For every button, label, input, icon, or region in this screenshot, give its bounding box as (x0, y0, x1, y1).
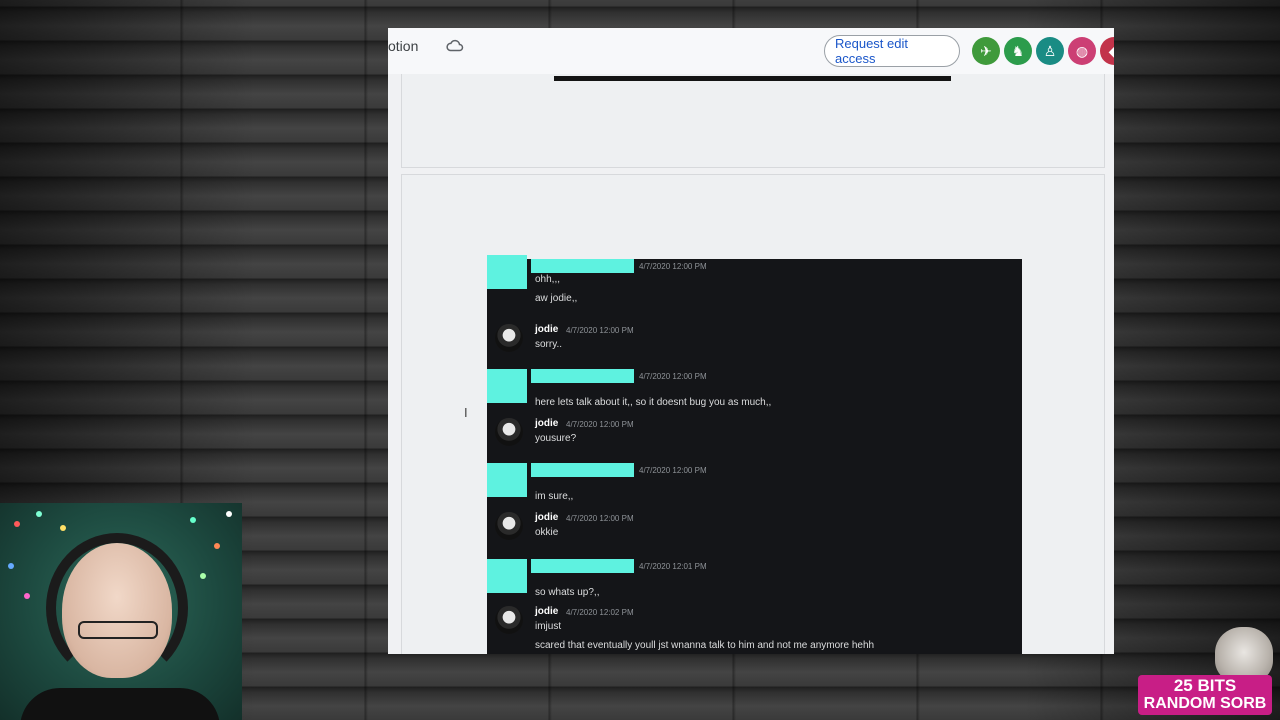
google-doc-window: otion Request edit access ✈♞♙◍◆ I 4/7/20… (388, 28, 1114, 654)
redacted-avatar (487, 559, 527, 593)
chat-message-text: okkie (535, 527, 559, 538)
jodie-avatar (495, 324, 523, 352)
chat-message-text: im sure,, (535, 491, 574, 502)
chat-timestamp: 4/7/2020 12:01 PM (639, 562, 707, 571)
chat-message-text: so whats up?,, (535, 587, 600, 598)
chat-username: jodie (535, 418, 559, 429)
shirt (20, 688, 220, 720)
chat-message-text: yousure? (535, 433, 577, 444)
animal-icon[interactable]: ◆ (1100, 37, 1114, 65)
chair-icon[interactable]: ♙ (1036, 37, 1064, 65)
discord-chat-screenshot: 4/7/2020 12:00 PM ohh,,, aw jodie,, jodie 4/… (487, 255, 1022, 654)
chat-timestamp: 4/7/2020 12:00 PM (639, 372, 707, 381)
jodie-avatar (495, 418, 523, 446)
chat-timestamp: 4/7/2020 12:00 PM (639, 262, 707, 271)
redacted-avatar (487, 463, 527, 497)
redacted-username (531, 259, 634, 273)
redacted-avatar (487, 255, 527, 289)
chat-message-text: scared that eventually youll jst wnanna … (535, 640, 875, 651)
chat-username: jodie (535, 324, 559, 335)
chat-message-text: aw jodie,, (535, 293, 578, 304)
chat-timestamp: 4/7/2020 12:00 PM (639, 466, 707, 475)
image-bottom-edge (554, 76, 951, 81)
chat-message-text: sorry.. (535, 339, 563, 350)
doc-title[interactable]: otion (388, 38, 418, 54)
chat-timestamp: 4/7/2020 12:02 PM (566, 608, 634, 617)
doc-page-previous (401, 74, 1105, 168)
bits-sender: RANDOM SORB (1143, 695, 1267, 712)
doc-toolbar: otion Request edit access ✈♞♙◍◆ (388, 28, 1114, 74)
chat-username: jodie (535, 606, 559, 617)
webcam-feed (0, 503, 242, 720)
glasses (78, 621, 158, 639)
llama-icon[interactable]: ♞ (1004, 37, 1032, 65)
chat-message-text: imjust (535, 621, 562, 632)
text-cursor-icon: I (464, 405, 468, 420)
bits-amount: 25 BITS (1173, 676, 1237, 695)
redacted-avatar (487, 369, 527, 403)
bits-alert-overlay: 25 BITS RANDOM SORB (1138, 675, 1272, 715)
doc-page-current: I 4/7/2020 12:00 PM ohh,,, aw jodie,, jodie… (401, 174, 1105, 654)
chat-message-text: ohh,,, (535, 274, 561, 285)
chat-message-text: here lets talk about it,, so it doesnt b… (535, 397, 772, 408)
airplane-icon[interactable]: ✈ (972, 37, 1000, 65)
cloud-status-icon[interactable] (446, 39, 464, 53)
jodie-avatar (495, 512, 523, 540)
redacted-username (531, 463, 634, 477)
chat-timestamp: 4/7/2020 12:00 PM (566, 326, 634, 335)
chat-timestamp: 4/7/2020 12:00 PM (566, 420, 634, 429)
jodie-avatar (495, 606, 523, 634)
chat-timestamp: 4/7/2020 12:00 PM (566, 514, 634, 523)
chat-username: jodie (535, 512, 559, 523)
redacted-username (531, 369, 634, 383)
redacted-username (531, 559, 634, 573)
elephant-icon[interactable]: ◍ (1068, 37, 1096, 65)
streamer-face (62, 543, 172, 678)
request-edit-access-button[interactable]: Request edit access (824, 35, 960, 67)
